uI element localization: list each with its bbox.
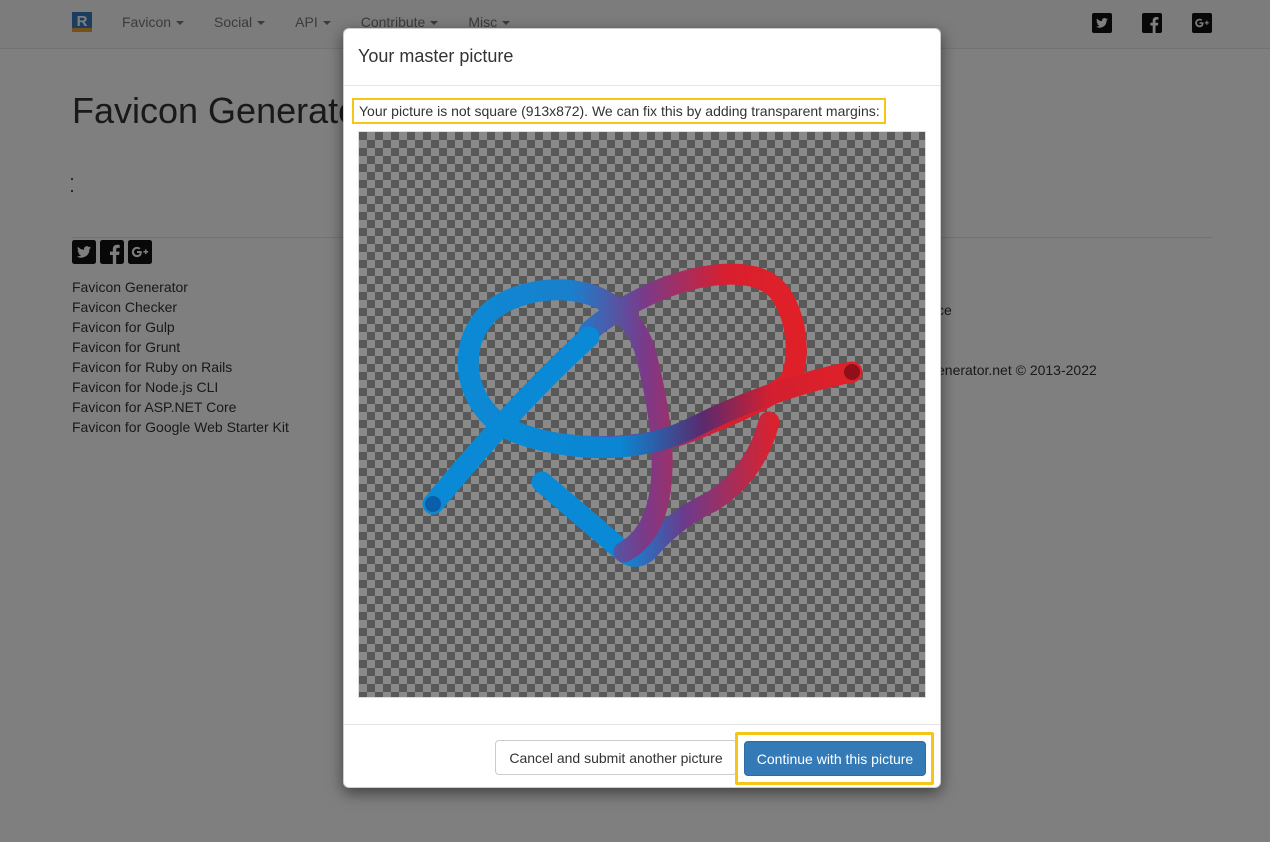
cancel-submit-another-button[interactable]: Cancel and submit another picture [495, 740, 737, 775]
not-square-notice: Your picture is not square (913x872). We… [352, 98, 886, 124]
continue-with-picture-button[interactable]: Continue with this picture [744, 741, 926, 776]
continue-button-highlight: Continue with this picture [735, 732, 934, 785]
modal-footer: Cancel and submit another picture Contin… [344, 724, 940, 788]
knot-heart-image [422, 263, 863, 567]
picture-preview [358, 131, 926, 698]
modal-title: Your master picture [358, 46, 514, 66]
modal-header: Your master picture [344, 29, 940, 86]
master-picture-dialog: Your master picture Your picture is not … [343, 28, 941, 788]
